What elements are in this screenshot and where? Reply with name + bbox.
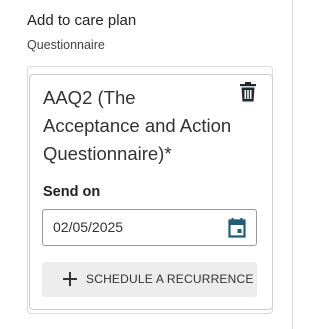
trash-icon[interactable]: [239, 82, 257, 102]
calendar-icon[interactable]: [228, 218, 246, 238]
schedule-recurrence-label: SCHEDULE A RECURRENCE: [86, 272, 254, 286]
section-subtitle: Questionnaire: [27, 38, 105, 52]
section-title: Add to care plan: [27, 12, 137, 29]
send-on-date-value: 02/05/2025: [53, 219, 124, 235]
send-on-label: Send on: [43, 184, 101, 200]
care-plan-panel: Add to care plan Questionnaire AAQ2 (The…: [0, 0, 300, 329]
plus-icon: [63, 272, 77, 286]
panel-divider: [292, 0, 293, 329]
questionnaire-title: AAQ2 (The Acceptance and Action Question…: [43, 87, 232, 164]
